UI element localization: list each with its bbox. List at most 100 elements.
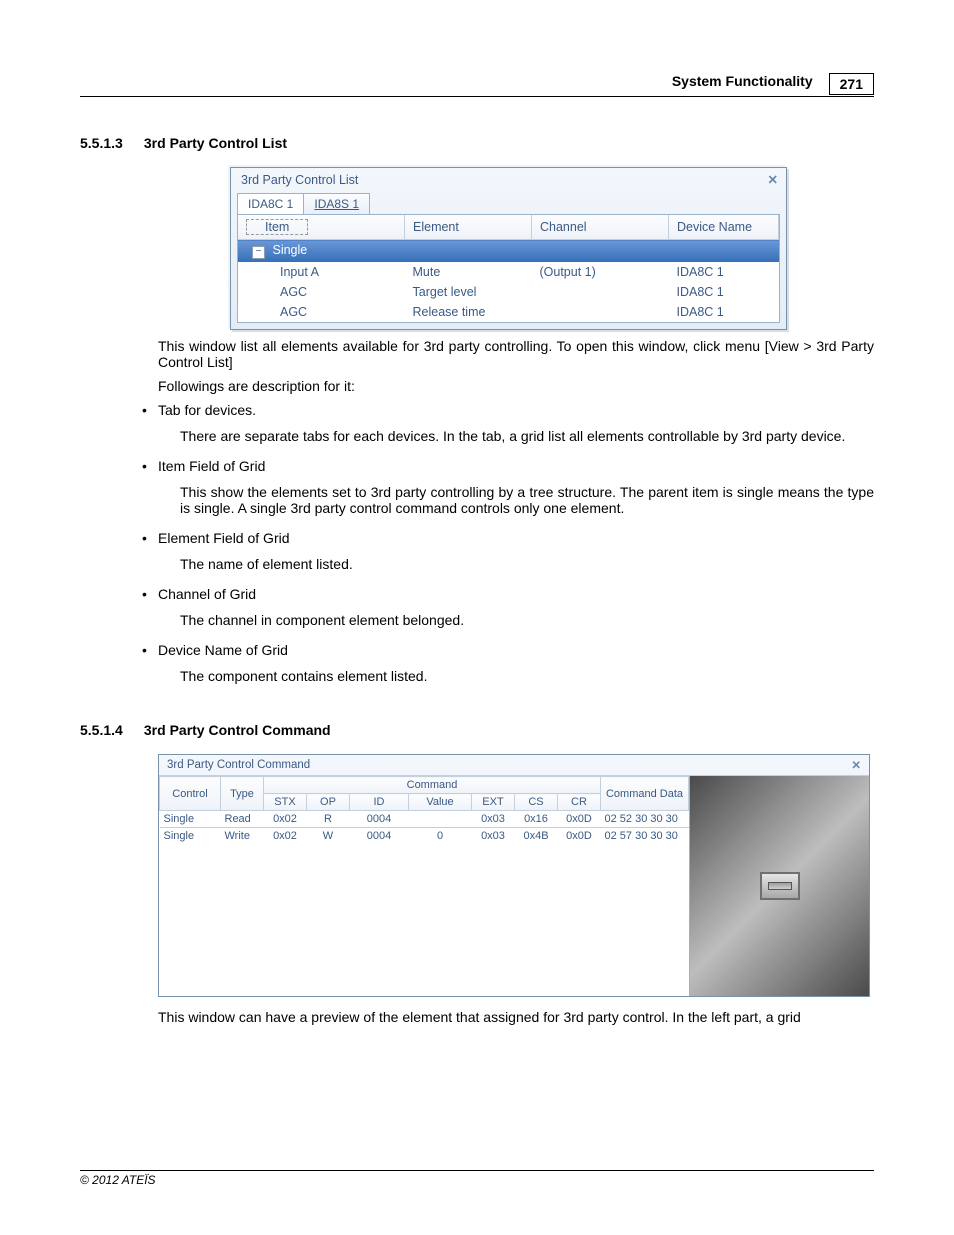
bullet-element-field: Element Field of Grid The name of elemen…	[158, 530, 874, 572]
cell-device: IDA8C 1	[669, 282, 779, 302]
bullet-desc: This show the elements set to 3rd party …	[180, 484, 874, 516]
section-title-2: 3rd Party Control Command	[144, 722, 331, 738]
grid2-row[interactable]: Single Write 0x02 W 0004 0 0x03 0x4B 0x0…	[160, 828, 689, 845]
control-command-title: 3rd Party Control Command	[167, 759, 310, 771]
section1-followings: Followings are description for it:	[158, 378, 874, 394]
section-title-1: 3rd Party Control List	[144, 135, 287, 151]
col-id: ID	[350, 794, 409, 811]
section1-bullets: Tab for devices. There are separate tabs…	[80, 402, 874, 684]
cell-cs: 0x4B	[515, 828, 558, 845]
grid-row-group[interactable]: − Single	[238, 240, 779, 263]
grid-header-row: Item Element Channel Device Name	[238, 215, 779, 240]
grid-row[interactable]: Input A Mute (Output 1) IDA8C 1	[238, 262, 779, 282]
bullet-device-name-field: Device Name of Grid The component contai…	[158, 642, 874, 684]
cell-ext: 0x03	[472, 811, 515, 828]
page-footer: © 2012 ATEÏS	[80, 1170, 874, 1187]
section-number-2: 5.5.1.4	[80, 722, 140, 738]
bullet-tab-devices: Tab for devices. There are separate tabs…	[158, 402, 874, 444]
col-value: Value	[409, 794, 472, 811]
cell-cr: 0x0D	[558, 811, 601, 828]
bullet-channel-field: Channel of Grid The channel in component…	[158, 586, 874, 628]
cell-channel	[532, 302, 669, 322]
cell-item: AGC	[238, 282, 405, 302]
bullet-title: Channel of Grid	[158, 586, 256, 602]
col-ext: EXT	[472, 794, 515, 811]
control-command-body: Control Type Command Command Data STX OP…	[159, 775, 869, 996]
preview-control-icon[interactable]	[760, 872, 800, 900]
tab-ida8s-1[interactable]: IDA8S 1	[303, 193, 370, 214]
tab-ida8c-1[interactable]: IDA8C 1	[237, 193, 304, 214]
control-command-window: 3rd Party Control Command ✕ Control Type…	[158, 754, 870, 997]
device-tabs: IDA8C 1 IDA8S 1	[231, 193, 786, 214]
cell-type: Read	[221, 811, 264, 828]
grid-row[interactable]: AGC Release time IDA8C 1	[238, 302, 779, 322]
cell-id: 0004	[350, 811, 409, 828]
cell-element: Release time	[405, 302, 532, 322]
cell-id: 0004	[350, 828, 409, 845]
section2-outro: This window can have a preview of the el…	[158, 1009, 874, 1025]
bullet-title: Item Field of Grid	[158, 458, 265, 474]
col-cr: CR	[558, 794, 601, 811]
cell-item: AGC	[238, 302, 405, 322]
cell-element: Mute	[405, 262, 532, 282]
page: System Functionality 271 5.5.1.3 3rd Par…	[0, 0, 954, 1235]
col-device-name: Device Name	[669, 215, 779, 240]
cell-cmddata: 02 52 30 30 30	[601, 811, 689, 828]
page-header: System Functionality 271	[80, 70, 874, 97]
cell-cr: 0x0D	[558, 828, 601, 845]
bullet-desc: The name of element listed.	[180, 556, 874, 572]
bullet-desc: The component contains element listed.	[180, 668, 874, 684]
col-cs: CS	[515, 794, 558, 811]
section-number-1: 5.5.1.3	[80, 135, 140, 151]
close-icon[interactable]: ✕	[768, 172, 778, 187]
cell-control: Single	[160, 828, 221, 845]
cell-cs: 0x16	[515, 811, 558, 828]
page-number: 271	[829, 73, 874, 95]
section-heading-1: 5.5.1.3 3rd Party Control List	[80, 135, 874, 151]
cell-type: Write	[221, 828, 264, 845]
cell-op: W	[307, 828, 350, 845]
section-heading-2: 5.5.1.4 3rd Party Control Command	[80, 722, 874, 738]
cell-item: Input A	[238, 262, 405, 282]
bullet-desc: The channel in component element belonge…	[180, 612, 874, 628]
section1-intro: This window list all elements available …	[158, 338, 874, 370]
control-list-title: 3rd Party Control List	[241, 173, 358, 187]
grid2-header-row1: Control Type Command Command Data	[160, 777, 689, 794]
col-channel: Channel	[532, 215, 669, 240]
cell-op: R	[307, 811, 350, 828]
command-grid-area: Control Type Command Command Data STX OP…	[159, 776, 689, 978]
bullet-title: Tab for devices.	[158, 402, 256, 418]
collapse-icon[interactable]: −	[252, 246, 265, 259]
col-type: Type	[221, 777, 264, 811]
control-list-grid: Item Element Channel Device Name − Singl…	[237, 214, 780, 323]
cell-control: Single	[160, 811, 221, 828]
cell-device: IDA8C 1	[669, 302, 779, 322]
cell-stx: 0x02	[264, 828, 307, 845]
grid2-row[interactable]: Single Read 0x02 R 0004 0x03 0x16 0x0D 0…	[160, 811, 689, 828]
cell-value: 0	[409, 828, 472, 845]
copyright-text: © 2012 ATEÏS	[80, 1173, 156, 1187]
header-title: System Functionality	[672, 73, 813, 89]
col-command-group: Command	[264, 777, 601, 794]
col-element: Element	[405, 215, 532, 240]
close-icon[interactable]: ✕	[851, 758, 861, 772]
cell-channel	[532, 282, 669, 302]
cell-ext: 0x03	[472, 828, 515, 845]
cell-stx: 0x02	[264, 811, 307, 828]
slider-icon	[768, 882, 792, 890]
cell-element: Target level	[405, 282, 532, 302]
cell-cmddata: 02 57 30 30 30	[601, 828, 689, 845]
bullet-title: Device Name of Grid	[158, 642, 288, 658]
control-command-caption: 3rd Party Control Command ✕	[159, 755, 869, 775]
control-list-window: 3rd Party Control List ✕ IDA8C 1 IDA8S 1…	[230, 167, 787, 330]
cell-channel: (Output 1)	[532, 262, 669, 282]
grid-row[interactable]: AGC Target level IDA8C 1	[238, 282, 779, 302]
cell-device: IDA8C 1	[669, 262, 779, 282]
preview-panel	[689, 776, 869, 996]
col-op: OP	[307, 794, 350, 811]
bullet-title: Element Field of Grid	[158, 530, 290, 546]
col-item: Item	[246, 219, 308, 235]
col-command-data: Command Data	[601, 777, 689, 811]
bullet-item-field: Item Field of Grid This show the element…	[158, 458, 874, 516]
col-control: Control	[160, 777, 221, 811]
